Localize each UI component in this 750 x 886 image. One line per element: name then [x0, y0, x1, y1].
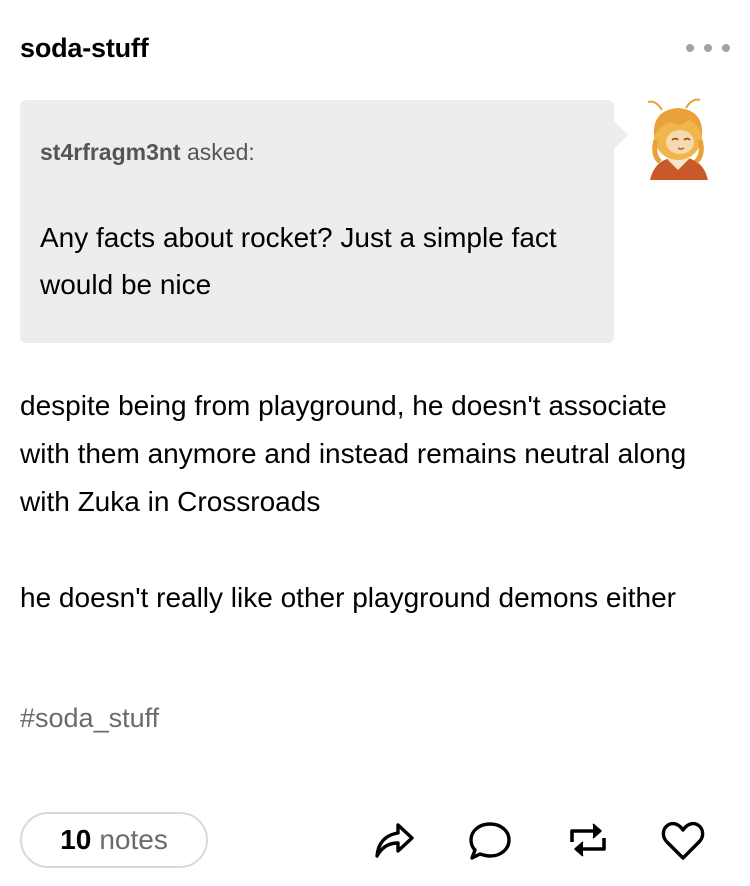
dot — [722, 44, 730, 52]
more-dots-icon[interactable] — [686, 38, 730, 58]
notes-count: 10 — [60, 824, 92, 855]
reblog-icon[interactable] — [564, 816, 612, 864]
reply-icon[interactable] — [466, 816, 514, 864]
asker-avatar[interactable] — [642, 96, 714, 182]
asker-name[interactable]: st4rfragm3nt — [40, 139, 181, 165]
avatar-illustration — [647, 98, 708, 180]
heart-icon[interactable] — [659, 816, 707, 864]
ask-bubble: st4rfragm3nt asked: Any facts about rock… — [20, 100, 628, 343]
notes-button[interactable]: 10 notes — [20, 812, 208, 868]
post-tag[interactable]: #soda_stuff — [20, 694, 159, 742]
answer-paragraph: despite being from playground, he doesn'… — [20, 390, 687, 517]
answer-paragraph: he doesn't really like other playground … — [20, 582, 676, 613]
blog-name[interactable]: soda-stuff — [20, 28, 149, 68]
post-header: soda-stuff — [20, 28, 730, 68]
share-icon[interactable] — [370, 816, 418, 864]
question-text: Any facts about rocket? Just a simple fa… — [40, 222, 557, 300]
dot — [686, 44, 694, 52]
answer-body: despite being from playground, he doesn'… — [20, 382, 720, 670]
asker-line: st4rfragm3nt asked: — [40, 136, 255, 168]
dot — [704, 44, 712, 52]
asked-label: asked: — [187, 139, 255, 165]
notes-label: notes — [99, 824, 168, 855]
